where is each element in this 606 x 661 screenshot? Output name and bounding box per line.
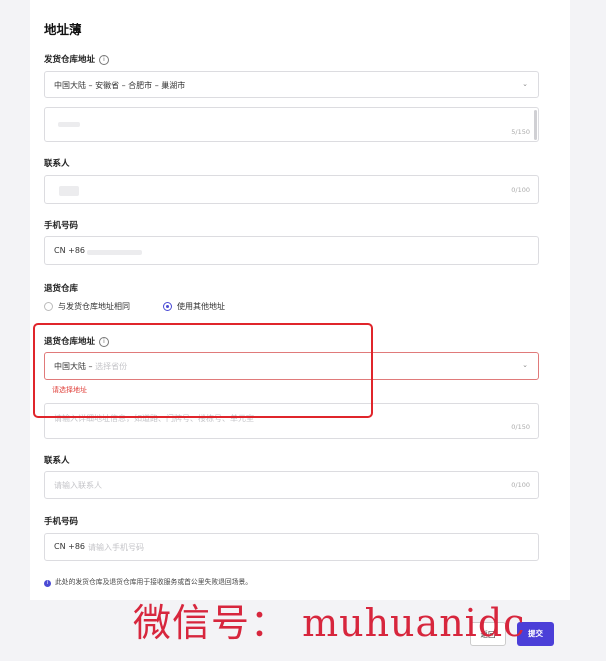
scrollbar[interactable] bbox=[534, 110, 537, 140]
return-phone-prefix: CN +86 bbox=[54, 542, 85, 551]
footnote-text: 此处的发货仓库及退货仓库用于接收服务或首公里失败退回场景。 bbox=[55, 578, 253, 586]
shipping-contact-input[interactable]: 0/100 bbox=[44, 175, 539, 204]
return-contact-label: 联系人 bbox=[44, 456, 70, 466]
shipping-phone-label: 手机号码 bbox=[44, 221, 79, 231]
return-option-same[interactable]: 与发货仓库地址相同 bbox=[44, 301, 130, 312]
return-phone-label: 手机号码 bbox=[44, 517, 79, 527]
return-contact-counter: 0/100 bbox=[511, 481, 530, 489]
info-filled-icon: i bbox=[44, 580, 51, 587]
chevron-down-icon: ⌄ bbox=[522, 361, 528, 369]
return-contact-placeholder: 请输入联系人 bbox=[54, 481, 102, 490]
return-contact-input[interactable]: 请输入联系人 0/100 bbox=[44, 471, 539, 499]
return-warehouse-label: 退货仓库 bbox=[44, 284, 79, 294]
shipping-detail-textarea[interactable]: 5/150 bbox=[44, 107, 539, 142]
radio-checked[interactable] bbox=[163, 302, 172, 311]
page-title: 地址薄 bbox=[44, 22, 82, 37]
shipping-region-select[interactable]: 中国大陆 – 安徽省 – 合肥市 – 巢湖市 ⌄ bbox=[44, 71, 539, 98]
return-option-other[interactable]: 使用其他地址 bbox=[163, 301, 225, 312]
shipping-phone-prefix: CN +86 bbox=[54, 246, 85, 255]
watermark-text: 微信号： muhuanidc bbox=[133, 601, 526, 645]
return-option-other-label: 使用其他地址 bbox=[177, 302, 225, 311]
redacted-text bbox=[58, 122, 80, 127]
redacted-text bbox=[59, 186, 79, 196]
return-phone-input[interactable]: CN +86 请输入手机号码 bbox=[44, 533, 539, 561]
shipping-phone-input[interactable]: CN +86 bbox=[44, 236, 539, 265]
redacted-text bbox=[87, 250, 142, 255]
footnote: i 此处的发货仓库及退货仓库用于接收服务或首公里失败退回场景。 bbox=[44, 576, 252, 587]
shipping-contact-counter: 0/100 bbox=[511, 186, 530, 194]
return-phone-placeholder: 请输入手机号码 bbox=[88, 543, 144, 552]
error-highlight-box bbox=[33, 323, 373, 418]
shipping-detail-counter: 5/150 bbox=[511, 128, 530, 136]
shipping-region-value: 中国大陆 – 安徽省 – 合肥市 – 巢湖市 bbox=[54, 81, 186, 90]
shipping-address-label-text: 发货仓库地址 bbox=[44, 55, 96, 65]
return-detail-counter: 0/150 bbox=[511, 423, 530, 431]
return-option-same-label: 与发货仓库地址相同 bbox=[58, 302, 130, 311]
radio-unchecked[interactable] bbox=[44, 302, 53, 311]
info-icon[interactable]: i bbox=[99, 55, 110, 65]
shipping-address-label: 发货仓库地址 i bbox=[44, 53, 110, 65]
shipping-contact-label: 联系人 bbox=[44, 159, 70, 169]
chevron-down-icon: ⌄ bbox=[522, 80, 528, 88]
